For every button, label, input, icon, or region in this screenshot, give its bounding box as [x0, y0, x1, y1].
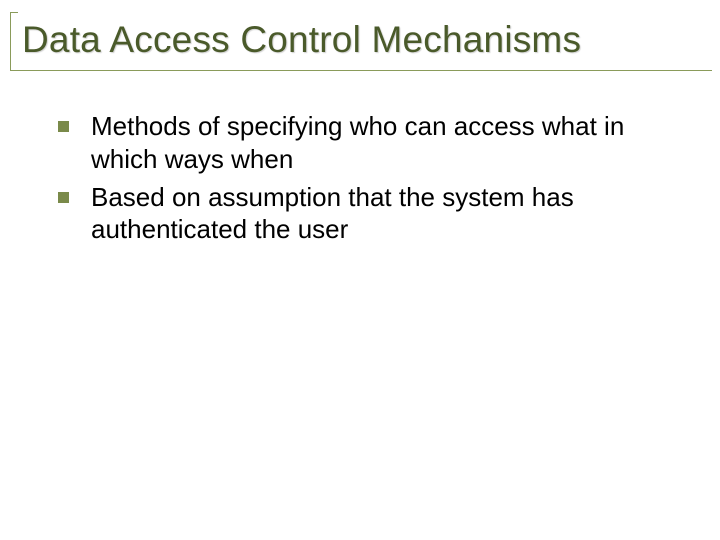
square-bullet-icon	[58, 121, 69, 132]
square-bullet-icon	[58, 192, 69, 203]
title-rule-segment-top	[10, 12, 18, 13]
title-rule-segment-left	[10, 12, 11, 70]
slide-container: Data Access Control Mechanisms Methods o…	[0, 0, 720, 540]
title-container: Data Access Control Mechanisms	[0, 0, 720, 72]
list-item: Methods of specifying who can access wha…	[58, 110, 680, 174]
list-item: Based on assumption that the system has …	[58, 181, 680, 245]
page-title: Data Access Control Mechanisms	[22, 18, 698, 62]
title-rule-segment-bottom	[10, 70, 712, 71]
body-area: Methods of specifying who can access wha…	[0, 72, 720, 245]
list-item-text: Methods of specifying who can access wha…	[91, 110, 680, 174]
list-item-text: Based on assumption that the system has …	[91, 181, 680, 245]
